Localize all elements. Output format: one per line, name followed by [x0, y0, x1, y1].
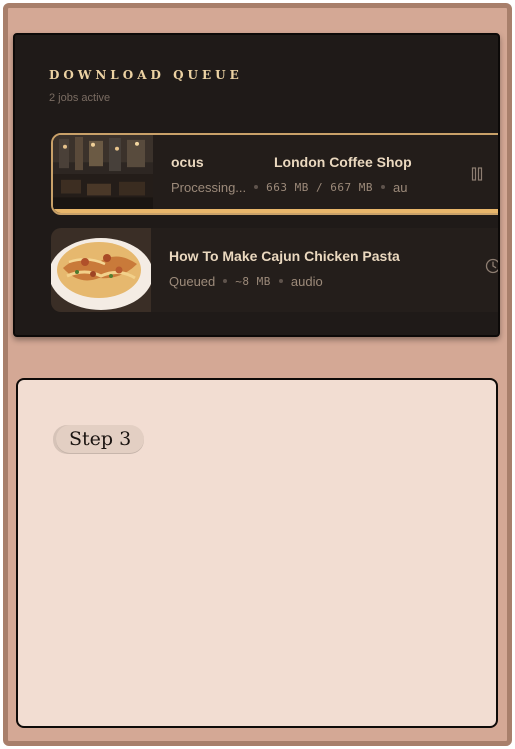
- clock-icon[interactable]: [485, 258, 498, 274]
- job-status: Queued: [169, 273, 216, 289]
- job-status: Processing...: [171, 179, 247, 195]
- queue-title: DOWNLOAD QUEUE: [49, 68, 243, 82]
- pause-icon[interactable]: [469, 166, 485, 182]
- queue-header: DOWNLOAD QUEUE 2 jobs active: [49, 68, 243, 104]
- step-badge: Step 3: [56, 425, 145, 454]
- step-panel: Step 3: [16, 378, 498, 728]
- job-size: ~8 MB: [235, 274, 271, 288]
- queue-item-2[interactable]: How To Make Cajun Chicken Pasta Queued ~…: [51, 228, 498, 312]
- meta-separator: [278, 279, 283, 283]
- job-meta: Queued ~8 MB audio: [169, 273, 424, 289]
- meta-separator: [254, 185, 259, 189]
- download-queue-panel: DOWNLOAD QUEUE 2 jobs active ocus London…: [13, 33, 500, 337]
- job-size: 663 MB / 667 MB: [266, 180, 373, 194]
- meta-separator: [381, 185, 385, 189]
- job-title: How To Make Cajun Chicken Pasta: [169, 248, 400, 264]
- job-format: audio: [290, 273, 323, 289]
- job-title: London Coffee Shop: [274, 154, 412, 170]
- job-meta: Processing... 663 MB / 667 MB au: [171, 179, 426, 195]
- pasta-thumbnail: [51, 228, 151, 312]
- job-format: au: [393, 179, 408, 195]
- job-title-part: ocus: [171, 154, 204, 170]
- queue-subtitle: 2 jobs active: [49, 92, 111, 104]
- meta-separator: [223, 279, 228, 283]
- job-progress-bar: [53, 209, 498, 213]
- coffee-shop-thumbnail: [53, 135, 153, 213]
- queue-item-1[interactable]: ocus London Coffee Shop Processing... 66…: [51, 133, 498, 215]
